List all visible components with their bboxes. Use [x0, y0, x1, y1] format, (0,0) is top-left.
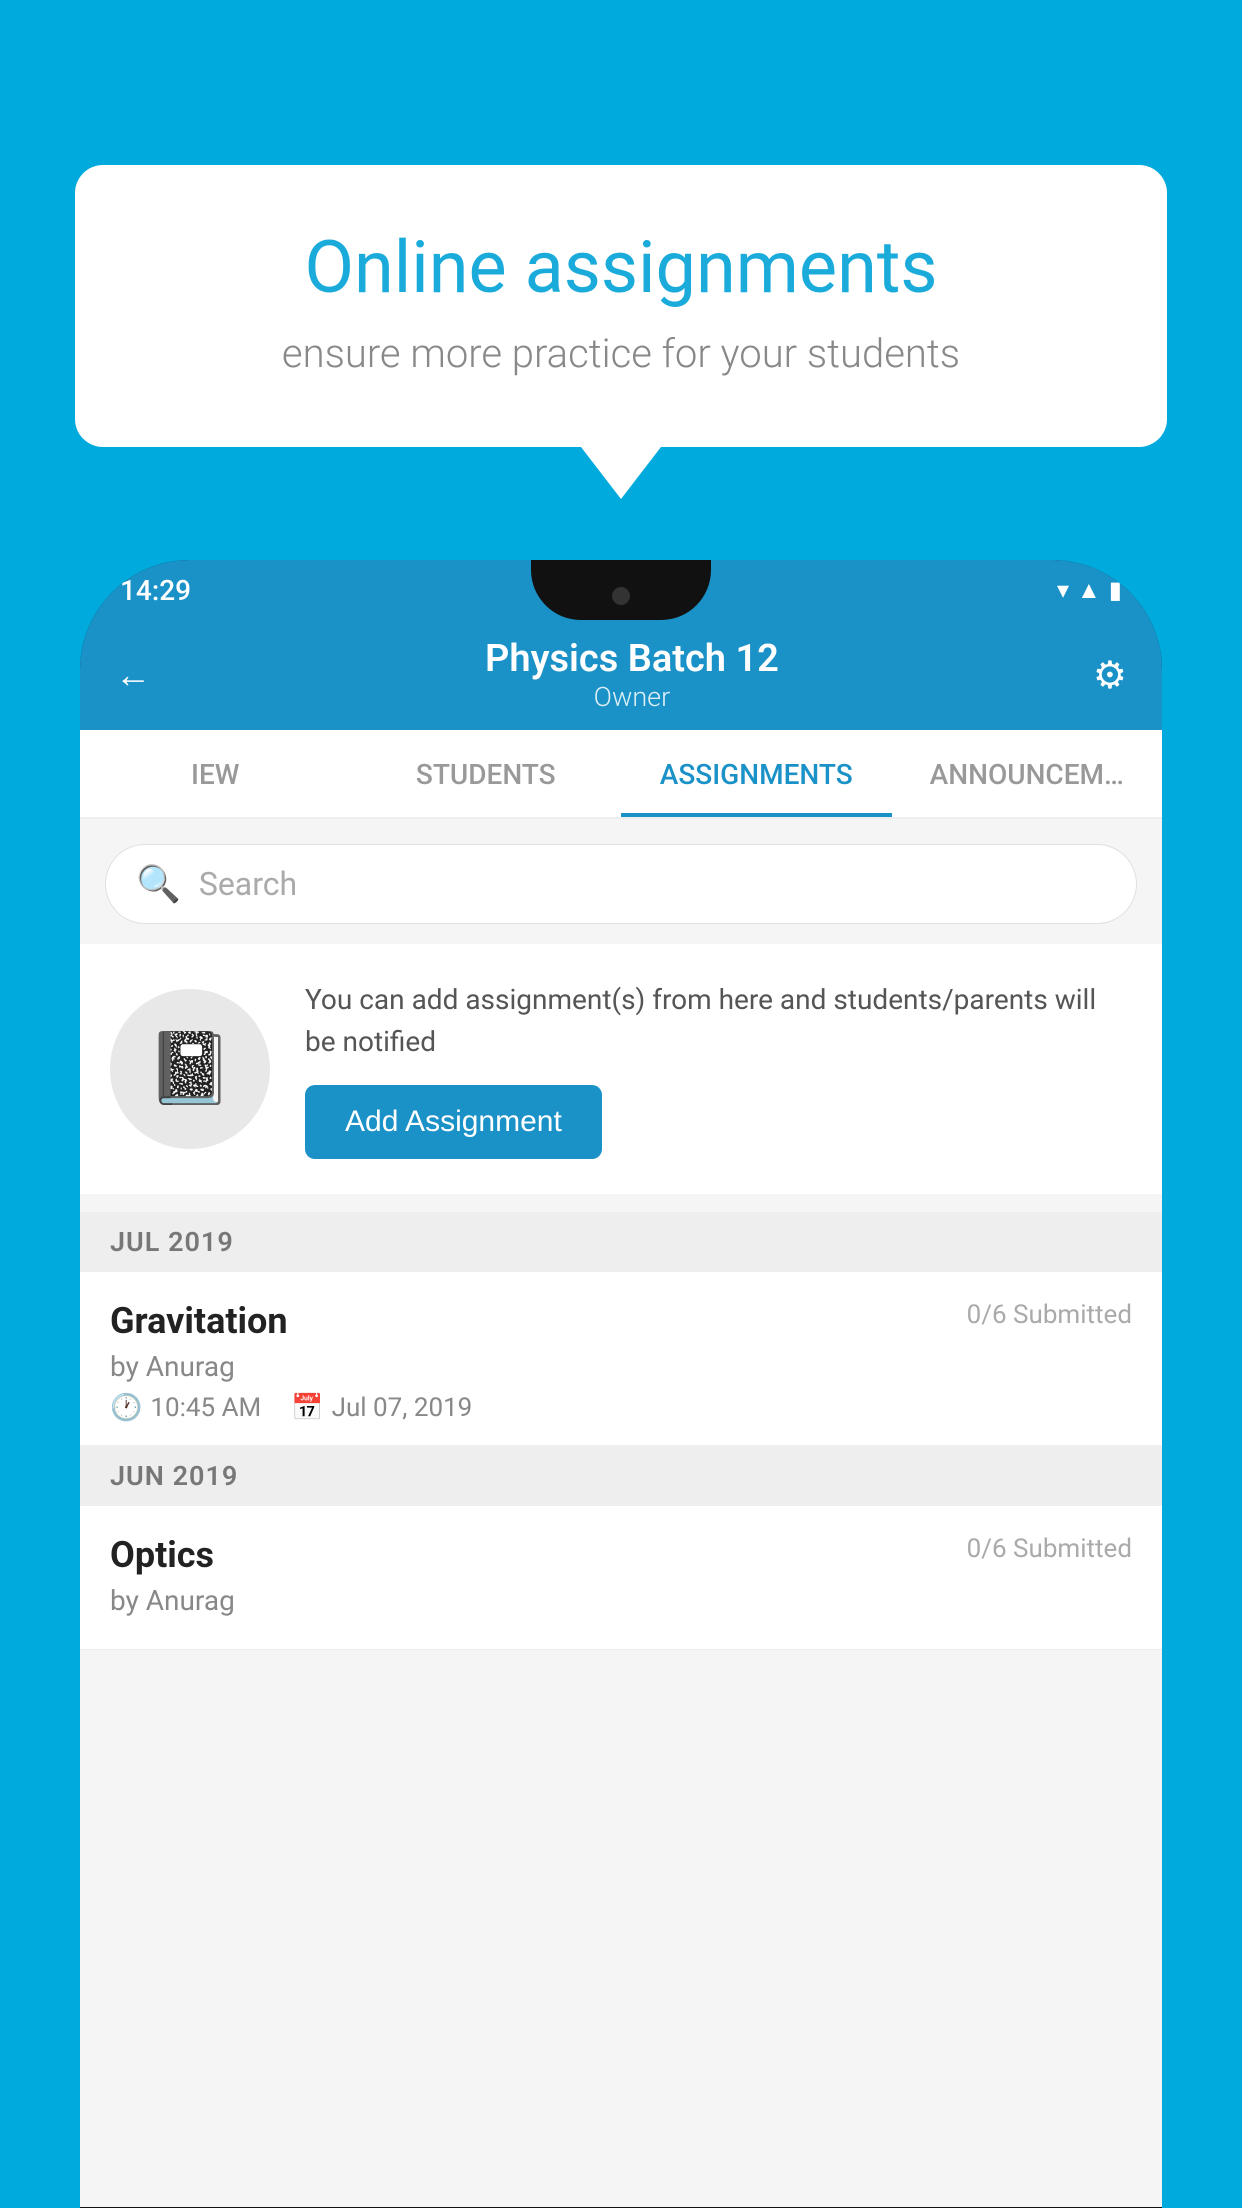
content-area: 🔍 Search 📓 You can add assignment(s) fro…: [80, 819, 1162, 2207]
tab-announcements[interactable]: ANNOUNCEM…: [892, 730, 1163, 817]
assignment-top-optics: Optics 0/6 Submitted: [110, 1534, 1132, 1576]
header-center: Physics Batch 12 Owner: [171, 637, 1093, 713]
notebook-icon-circle: 📓: [110, 989, 270, 1149]
phone-device: 14:29 ▾ ▲ ▮ ← Physics Batch 12 Owner ⚙ I…: [80, 560, 1162, 2208]
assignment-date: 📅 Jul 07, 2019: [291, 1393, 472, 1423]
assignment-time: 🕐 10:45 AM: [110, 1393, 261, 1423]
assignment-by-optics: by Anurag: [110, 1584, 1132, 1617]
time-value: 10:45 AM: [150, 1393, 261, 1423]
status-icons: ▾ ▲ ▮: [1057, 576, 1122, 605]
status-bar: 14:29 ▾ ▲ ▮: [80, 560, 1162, 620]
tab-iew[interactable]: IEW: [80, 730, 351, 817]
add-assignment-description: You can add assignment(s) from here and …: [305, 979, 1132, 1063]
assignment-item-optics[interactable]: Optics 0/6 Submitted by Anurag: [80, 1506, 1162, 1650]
tab-students[interactable]: STUDENTS: [351, 730, 622, 817]
back-button[interactable]: ←: [115, 654, 151, 696]
speech-bubble-title: Online assignments: [155, 225, 1087, 310]
calendar-icon: 📅: [291, 1393, 323, 1423]
add-assignment-card: 📓 You can add assignment(s) from here an…: [80, 944, 1162, 1194]
camera-dot: [612, 587, 630, 605]
add-assignment-button[interactable]: Add Assignment: [305, 1085, 602, 1159]
page-title: Physics Batch 12: [171, 637, 1093, 681]
section-header-jun: JUN 2019: [80, 1446, 1162, 1506]
speech-bubble-subtitle: ensure more practice for your students: [155, 330, 1087, 377]
phone-notch: [531, 560, 711, 620]
header-subtitle: Owner: [171, 681, 1093, 713]
notebook-icon: 📓: [146, 1028, 233, 1110]
tab-assignments[interactable]: ASSIGNMENTS: [621, 730, 892, 817]
assignment-name: Gravitation: [110, 1300, 288, 1342]
assignment-meta: 🕐 10:45 AM 📅 Jul 07, 2019: [110, 1393, 1132, 1423]
speech-bubble-card: Online assignments ensure more practice …: [75, 165, 1167, 447]
status-time: 14:29: [120, 574, 191, 607]
signal-icon: ▲: [1077, 576, 1101, 605]
date-value: Jul 07, 2019: [332, 1393, 473, 1423]
wifi-icon: ▾: [1057, 576, 1069, 604]
app-header: ← Physics Batch 12 Owner ⚙: [80, 620, 1162, 730]
search-bar[interactable]: 🔍 Search: [105, 844, 1137, 924]
assignment-by: by Anurag: [110, 1350, 1132, 1383]
search-placeholder: Search: [199, 865, 297, 903]
section-header-jul: JUL 2019: [80, 1212, 1162, 1272]
battery-icon: ▮: [1109, 576, 1122, 604]
tabs-bar: IEW STUDENTS ASSIGNMENTS ANNOUNCEM…: [80, 730, 1162, 819]
search-icon: 🔍: [136, 863, 181, 905]
assignment-submitted-optics: 0/6 Submitted: [967, 1534, 1132, 1564]
assignment-item-gravitation[interactable]: Gravitation 0/6 Submitted by Anurag 🕐 10…: [80, 1272, 1162, 1446]
settings-button[interactable]: ⚙: [1093, 653, 1127, 698]
assignment-submitted-count: 0/6 Submitted: [967, 1300, 1132, 1330]
assignment-name-optics: Optics: [110, 1534, 214, 1576]
assignment-top: Gravitation 0/6 Submitted: [110, 1300, 1132, 1342]
clock-icon: 🕐: [110, 1393, 142, 1423]
add-assignment-content: You can add assignment(s) from here and …: [305, 979, 1132, 1159]
